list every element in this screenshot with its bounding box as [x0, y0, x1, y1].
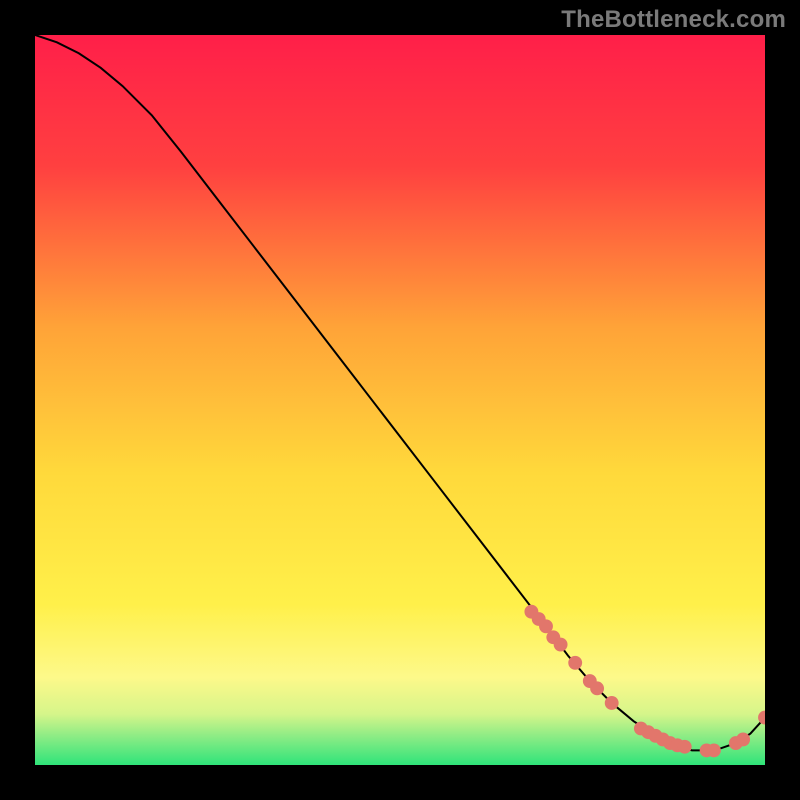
marker-dot — [590, 681, 604, 695]
marker-dot — [736, 733, 750, 747]
marker-dot — [605, 696, 619, 710]
gradient-background — [35, 35, 765, 765]
marker-dot — [554, 638, 568, 652]
plot-area — [35, 35, 765, 765]
watermark-text: TheBottleneck.com — [561, 6, 786, 34]
marker-dot — [707, 743, 721, 757]
chart-stage: TheBottleneck.com — [0, 0, 800, 800]
marker-dot — [568, 656, 582, 670]
chart-svg — [35, 35, 765, 765]
marker-dot — [678, 740, 692, 754]
